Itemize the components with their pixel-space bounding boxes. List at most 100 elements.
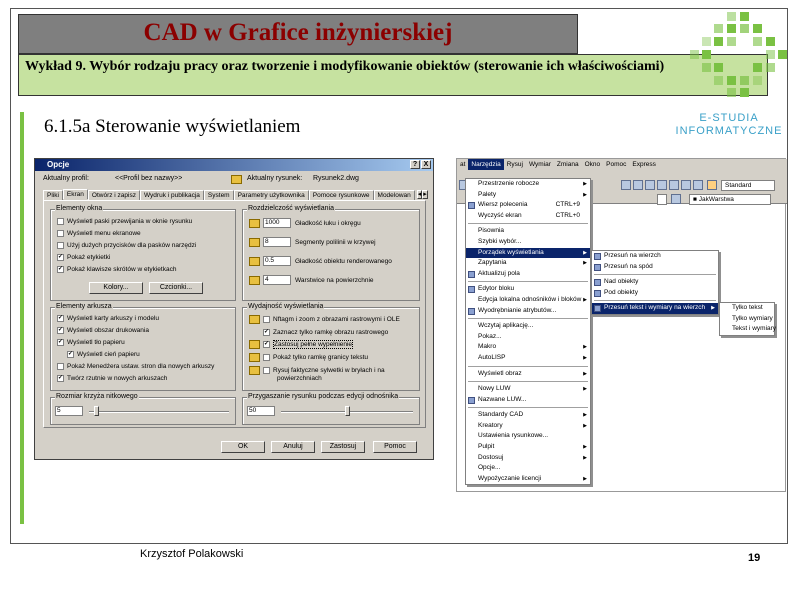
checkbox-row[interactable]: Nftagm i zoom z obrazami rastrowymi i OL… [249, 315, 400, 324]
menu-item[interactable]: Wyświetl obraz ▶ [466, 369, 590, 380]
checkbox-checked[interactable]: ✓ [263, 341, 270, 348]
menu-zmiana[interactable]: Zmiana [554, 159, 582, 170]
menu-item[interactable]: Przesuń tekst i wymiary na wierzch ▶ [592, 303, 718, 314]
checkbox-checked[interactable]: ✓ [57, 266, 64, 273]
checkbox-row[interactable]: ✓ Wyświetl obszar drukowania [57, 327, 149, 334]
menu-item[interactable]: Dostosuj ▶ [466, 453, 590, 464]
tool-icon[interactable] [621, 180, 631, 190]
checkbox-row[interactable]: ✓ Zaznacz tylko ramkę obrazu rastrowego [249, 328, 388, 337]
menu-okno[interactable]: Okno [582, 159, 604, 170]
menu-item[interactable]: Edycja lokalna odnośników i bloków ▶ [466, 295, 590, 306]
menu-item[interactable]: AutoLISP ▶ [466, 353, 590, 364]
menu-item[interactable]: Pisownia [466, 226, 590, 237]
tool-icon[interactable] [657, 180, 667, 190]
arc-smoothness-input[interactable]: 1000 [263, 218, 291, 228]
checkbox-checked[interactable]: ✓ [67, 351, 74, 358]
tab-pomoce[interactable]: Pomoce rysunkowe [308, 190, 374, 200]
menu-item[interactable]: Przesuń na spód [592, 262, 718, 273]
tab-modelowanie[interactable]: Modelowan [373, 190, 415, 200]
menu-item[interactable]: Wyczyść ekran CTRL+0 [466, 211, 590, 222]
menu-item[interactable]: Pod obiekty [592, 288, 718, 299]
fading-slider-thumb[interactable] [345, 406, 350, 416]
tab-system[interactable]: System [203, 190, 234, 200]
cancel-button[interactable]: Anuluj [271, 441, 315, 453]
checkbox-checked[interactable]: ✓ [57, 315, 64, 322]
apply-button[interactable]: Zastosuj [321, 441, 365, 453]
crosshair-slider-thumb[interactable] [94, 406, 99, 416]
checkbox[interactable] [263, 316, 270, 323]
checkbox[interactable] [57, 230, 64, 237]
checkbox-row[interactable]: Pokaż Menedżera ustaw. stron dla nowych … [57, 363, 214, 370]
menu-wymiar[interactable]: Wymiar [526, 159, 554, 170]
menu-express[interactable]: Express [629, 159, 658, 170]
close-button[interactable]: X [421, 160, 431, 169]
menu-item[interactable]: Nowy LUW ▶ [466, 384, 590, 395]
ok-button[interactable]: OK [221, 441, 265, 453]
checkbox[interactable] [263, 367, 270, 374]
menu-item[interactable]: Nad obiekty [592, 277, 718, 288]
menu-item[interactable]: Palety ▶ [466, 190, 590, 201]
menu-item[interactable]: Tekst i wymiary [720, 324, 776, 335]
menu-item[interactable]: Ustawienia rysunkowe... [466, 431, 590, 442]
fonts-button[interactable]: Czcionki... [149, 282, 203, 294]
menu-item[interactable]: Aktualizuj pola [466, 269, 590, 280]
render-smoothness-input[interactable]: 0.5 [263, 256, 291, 266]
tool-icon[interactable] [681, 180, 691, 190]
checkbox-row[interactable]: Użyj dużych przycisków dla pasków narzęd… [57, 242, 196, 249]
checkbox[interactable] [263, 354, 270, 361]
tab-pliki[interactable]: Pliki [43, 190, 63, 200]
contour-lines-input[interactable]: 4 [263, 275, 291, 285]
checkbox[interactable] [57, 363, 64, 370]
checkbox-checked[interactable]: ✓ [57, 254, 64, 261]
fading-input[interactable]: 50 [247, 406, 275, 416]
menu-item[interactable]: Nazwane LUW... [466, 395, 590, 406]
menu-pomoc[interactable]: Pomoc [603, 159, 629, 170]
menu-narzedzia[interactable]: Narzędzia [468, 159, 504, 170]
menu-item[interactable]: Wczytaj aplikację... [466, 321, 590, 332]
text-style-icon[interactable] [707, 180, 717, 190]
menu-item[interactable]: at [457, 159, 468, 170]
menu-item[interactable]: Przestrzenie robocze ▶ [466, 179, 590, 190]
tab-scroll-right-icon[interactable]: ▸ [422, 190, 428, 199]
checkbox-row[interactable]: ✓ Pokaż etykietki [57, 254, 110, 261]
menu-item[interactable]: Zapytania ▶ [466, 258, 590, 269]
layer-dropdown[interactable] [657, 194, 667, 205]
tab-wydruk[interactable]: Wydruk i publikacja [139, 190, 204, 200]
text-style-combo[interactable]: Standard [721, 180, 775, 191]
color-combo[interactable]: ■ JakWarstwa [689, 194, 771, 205]
checkbox-row[interactable]: ✓ Wyświetl cień papieru [67, 351, 140, 358]
menu-item[interactable]: Szybki wybór... [466, 237, 590, 248]
polyline-segments-input[interactable]: 8 [263, 237, 291, 247]
tab-ekran[interactable]: Ekran [62, 189, 88, 199]
menu-item[interactable]: Tylko wymiary [720, 314, 774, 325]
menu-item[interactable]: Porządek wyświetlania ▶ [466, 247, 590, 259]
menu-item[interactable]: Przesuń na wierzch [592, 251, 718, 262]
checkbox-row[interactable]: Wyświetl menu ekranowe [57, 230, 141, 237]
tab-otworz[interactable]: Otwórz i zapisz [87, 190, 140, 200]
checkbox-row[interactable]: ✓ Wyświetl karty arkuszy i modelu [57, 315, 159, 322]
menu-item[interactable]: Edytor bloku [466, 284, 590, 295]
crosshair-size-input[interactable]: 5 [55, 406, 83, 416]
checkbox-row[interactable]: ✓ Wyświetl tło papieru [57, 339, 125, 346]
checkbox[interactable] [57, 218, 64, 225]
menu-item[interactable]: Kreatory ▶ [466, 421, 590, 432]
menu-item[interactable]: Tylko tekst [720, 303, 774, 314]
menu-item[interactable]: Wypożyczanie licencji ▶ [466, 474, 590, 485]
checkbox-row[interactable]: Wyświetl paski przewijania w oknie rysun… [57, 218, 192, 225]
menu-item[interactable]: Pulpit ▶ [466, 442, 590, 453]
tool-icon[interactable] [645, 180, 655, 190]
help-dialog-button[interactable]: Pomoc [373, 441, 417, 453]
checkbox-row[interactable]: ✓ Zastosuj pełne wypełnienie [249, 340, 354, 349]
layer-icon[interactable] [671, 194, 681, 204]
checkbox-checked[interactable]: ✓ [57, 327, 64, 334]
menu-item[interactable]: Wiersz polecenia CTRL+9 [466, 200, 590, 211]
checkbox-row[interactable]: ✓ Twórz rzutnie w nowych arkuszach [57, 375, 167, 382]
tool-icon[interactable] [693, 180, 703, 190]
checkbox-checked[interactable]: ✓ [57, 375, 64, 382]
menu-item[interactable]: Pokaz... [466, 332, 590, 343]
checkbox-row[interactable]: Pokaż tylko ramkę granicy tekstu [249, 353, 368, 362]
menu-item[interactable]: Standardy CAD ▶ [466, 410, 590, 421]
checkbox[interactable] [57, 242, 64, 249]
help-button[interactable]: ? [410, 160, 420, 169]
checkbox-checked[interactable]: ✓ [57, 339, 64, 346]
